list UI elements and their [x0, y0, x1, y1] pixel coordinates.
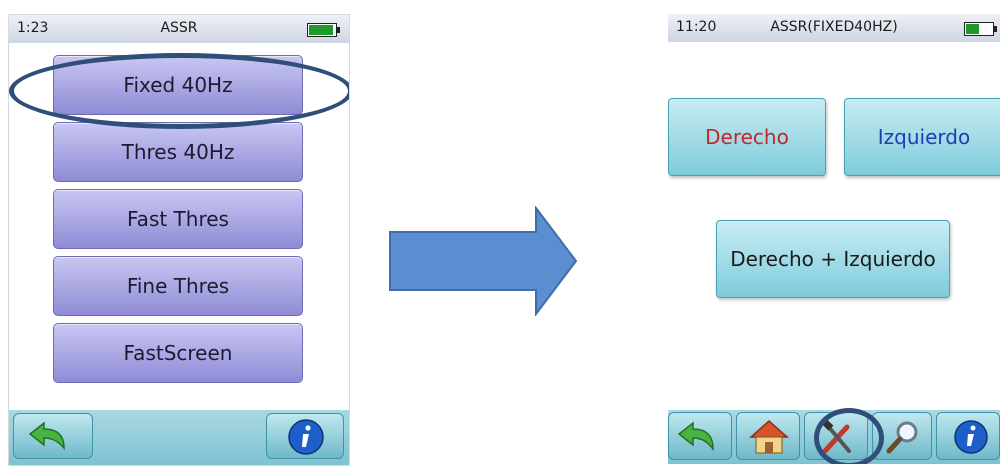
highlight-oval [814, 408, 884, 464]
battery-icon [307, 23, 340, 37]
back-icon [677, 421, 714, 452]
info-icon [288, 419, 324, 455]
left-device-screen: 1:23 ASSR Fixed 40Hz Thres 40Hz Fast Thr… [8, 14, 350, 466]
right-ear-button[interactable]: Derecho [668, 98, 826, 176]
home-icon [749, 419, 789, 454]
both-ears-button[interactable]: Derecho + Izquierdo [716, 220, 950, 298]
menu-item-thres-40hz[interactable]: Thres 40Hz [53, 122, 303, 182]
left-ear-button[interactable]: Izquierdo [844, 98, 1000, 176]
menu-item-label: Fast Thres [127, 207, 229, 231]
menu-item-label: Thres 40Hz [121, 140, 235, 164]
screen-title: ASSR [160, 20, 198, 36]
info-button[interactable] [266, 413, 344, 459]
left-toolbar [9, 410, 349, 465]
both-ears-label: Derecho + Izquierdo [730, 247, 936, 271]
menu-item-fine-thres[interactable]: Fine Thres [53, 256, 303, 316]
highlight-oval [9, 53, 349, 129]
home-button[interactable] [736, 412, 800, 460]
arrow-right-icon [389, 206, 578, 316]
menu-item-label: Fine Thres [126, 274, 230, 298]
right-ear-label: Derecho [705, 125, 789, 149]
left-ear-label: Izquierdo [877, 125, 971, 149]
menu-item-fast-thres[interactable]: Fast Thres [53, 189, 303, 249]
info-button[interactable] [936, 412, 1000, 460]
menu-item-label: FastScreen [123, 341, 233, 365]
menu-item-fastscreen[interactable]: FastScreen [53, 323, 303, 383]
right-device-screen: 11:20 ASSR(FIXED40HZ) Derecho Izquierdo … [668, 14, 1000, 464]
back-button[interactable] [668, 412, 732, 460]
right-status-bar: 11:20 ASSR(FIXED40HZ) [668, 14, 1000, 42]
info-icon [954, 420, 988, 454]
back-icon [28, 421, 65, 451]
back-button[interactable] [13, 413, 93, 459]
screen-title: ASSR(FIXED40HZ) [770, 19, 898, 35]
left-status-bar: 1:23 ASSR [9, 15, 349, 43]
battery-icon [964, 22, 997, 36]
